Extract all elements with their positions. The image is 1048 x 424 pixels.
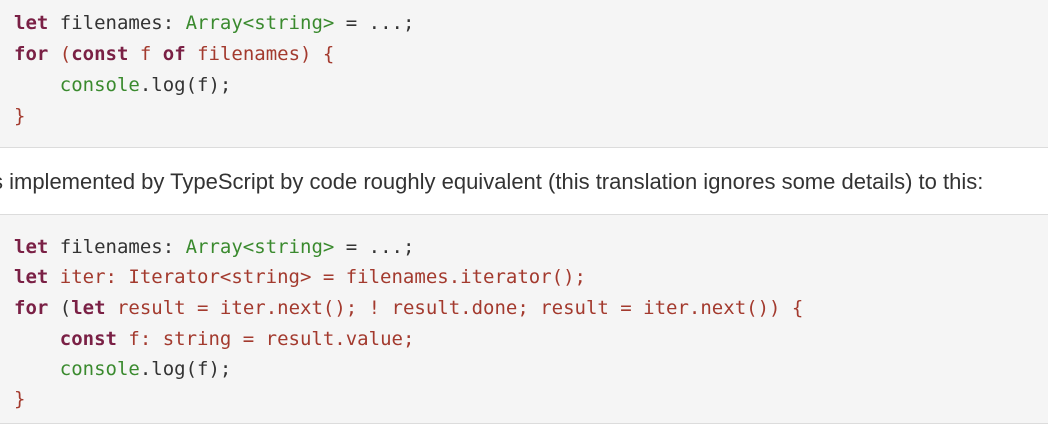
code-token: } [14,105,26,127]
code-token: filenames: [48,12,186,34]
code-line: for (const f of filenames) { [14,42,334,66]
code-token: f [128,43,163,65]
code-token: Array<string> [185,236,335,258]
code-line: let filenames: Array<string> = ...; [14,235,414,259]
code-line: console.log(f); [14,73,232,97]
code-line: let iter: Iterator<string> = filenames.i… [14,265,586,289]
code-token: const [71,43,129,65]
code-token: let [14,236,49,258]
code-token: Array<string> [185,12,335,34]
code-token: iter: Iterator<string> = filenames.itera… [48,266,586,288]
code-token: for [14,43,49,65]
code-token: filenames: [48,236,186,258]
code-token: let [14,12,49,34]
code-token: result = iter.next(); ! result.done; res… [105,297,804,319]
code-block-1: let filenames: Array<string> = ...; for … [0,0,1048,148]
code-line: for (let result = iter.next(); ! result.… [14,296,803,320]
code-token: filenames) { [185,43,335,65]
code-line: } [14,104,25,128]
code-token: ( [59,43,72,65]
code-token: console [59,358,140,380]
code-token: = ...; [334,236,415,258]
code-line: const f: string = result.value; [14,327,415,351]
body-paragraph: s implemented by TypeScript by code roug… [0,169,984,194]
code-token: .log(f); [139,74,232,96]
code-token: const [59,328,117,350]
code-token: let [71,297,106,319]
code-token: f: string = result.value; [116,328,415,350]
code-line: } [14,387,25,411]
code-token: .log(f); [139,358,232,380]
code-line: console.log(f); [14,357,232,381]
code-token: console [59,74,140,96]
code-line: let filenames: Array<string> = ...; [14,11,414,35]
code-token: of [162,43,186,65]
code-token: let [14,266,49,288]
code-block-2: let filenames: Array<string> = ...; let … [0,214,1048,424]
code-token: ( [48,297,72,319]
code-token: for [14,297,49,319]
code-token: = ...; [334,12,415,34]
code-token: } [14,388,26,410]
